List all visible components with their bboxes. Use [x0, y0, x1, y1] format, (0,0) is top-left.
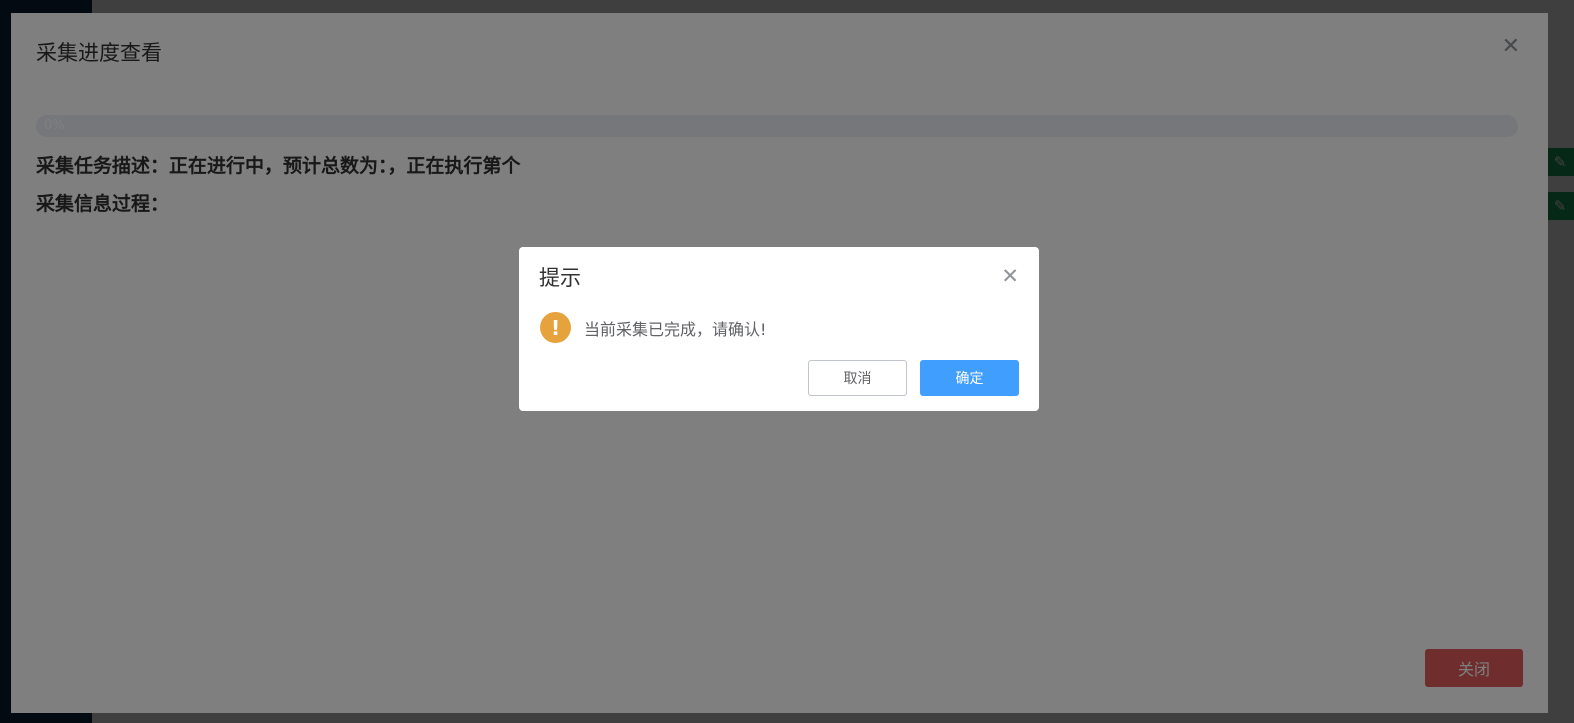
- confirm-message-box: 提示 ✕ ! 当前采集已完成，请确认! 取消 确定: [519, 247, 1039, 411]
- warning-icon: !: [540, 312, 571, 343]
- message-text: 当前采集已完成，请确认!: [584, 320, 767, 339]
- close-icon[interactable]: ✕: [1001, 264, 1019, 288]
- message-box-title: 提示: [539, 266, 581, 290]
- cancel-button[interactable]: 取消: [808, 360, 907, 396]
- confirm-button[interactable]: 确定: [920, 360, 1019, 396]
